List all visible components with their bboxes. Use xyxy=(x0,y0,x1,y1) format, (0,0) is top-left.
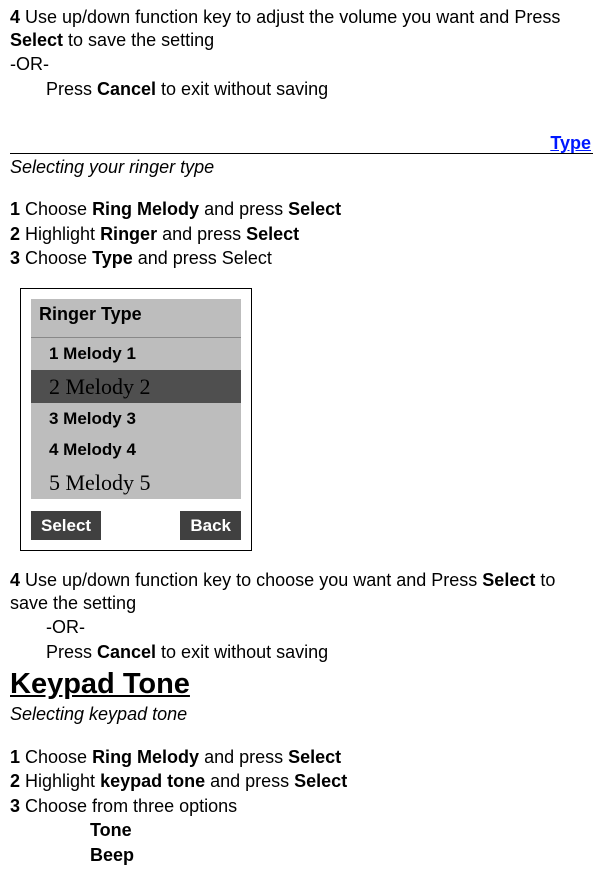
step-number: 3 xyxy=(10,796,20,816)
select-word: Select xyxy=(294,771,347,791)
type-step2: 2 Highlight Ringer and press Select xyxy=(10,223,593,246)
step-number: 2 xyxy=(10,224,20,244)
text: Use up/down function key to adjust the v… xyxy=(20,7,560,27)
keypad-step1: 1 Choose Ring Melody and press Select xyxy=(10,746,593,769)
step-number: 1 xyxy=(10,747,20,767)
section-divider-type: Type xyxy=(10,134,593,154)
cancel-word: Cancel xyxy=(97,79,156,99)
text: Highlight xyxy=(20,771,100,791)
text: and press xyxy=(205,771,294,791)
text: to exit without saving xyxy=(156,642,328,662)
text: and press xyxy=(199,199,288,219)
keypad-subtitle: Selecting keypad tone xyxy=(10,703,593,726)
text: and press xyxy=(157,224,246,244)
volume-step4: 4 Use up/down function key to adjust the… xyxy=(10,6,593,51)
text: Choose xyxy=(20,199,92,219)
text: Press xyxy=(46,79,97,99)
step-number: 4 xyxy=(10,7,20,27)
keypad-option-tone: Tone xyxy=(10,819,593,842)
softkey-select[interactable]: Select xyxy=(31,511,101,540)
text: Choose xyxy=(20,248,92,268)
select-word: Select xyxy=(10,30,63,50)
step-number: 2 xyxy=(10,771,20,791)
text: Choose from three options xyxy=(20,796,237,816)
section-title-type: Type xyxy=(550,134,591,153)
select-word: Select xyxy=(288,199,341,219)
ringer-word: Ringer xyxy=(100,224,157,244)
ring-melody-word: Ring Melody xyxy=(92,747,199,767)
keypad-option-beep: Beep xyxy=(10,844,593,867)
section-heading-keypad: Keypad Tone xyxy=(10,669,593,701)
ring-melody-word: Ring Melody xyxy=(92,199,199,219)
or-text: -OR- xyxy=(46,617,85,637)
type-word: Type xyxy=(92,248,133,268)
select-word: Select xyxy=(482,570,535,590)
cancel-line: Press Cancel to exit without saving xyxy=(10,641,593,664)
cancel-line: Press Cancel to exit without saving xyxy=(10,78,593,101)
type-step4: 4 Use up/down function key to choose you… xyxy=(10,569,593,614)
text: and press xyxy=(199,747,288,767)
text: to exit without saving xyxy=(156,79,328,99)
text: and press Select xyxy=(133,248,272,268)
select-word: Select xyxy=(246,224,299,244)
melody-option-selected[interactable]: 2 Melody 2 xyxy=(31,370,241,404)
cancel-word: Cancel xyxy=(97,642,156,662)
text: Choose xyxy=(20,747,92,767)
keypad-step2: 2 Highlight keypad tone and press Select xyxy=(10,770,593,793)
type-step3: 3 Choose Type and press Select xyxy=(10,247,593,270)
text: Use up/down function key to choose you w… xyxy=(20,570,482,590)
melody-option[interactable]: 4 Melody 4 xyxy=(31,434,241,465)
step-number: 4 xyxy=(10,570,20,590)
melody-option[interactable]: 5 Melody 5 xyxy=(31,466,241,500)
select-word: Select xyxy=(288,747,341,767)
phone-mock: Ringer Type 1 Melody 1 2 Melody 2 3 Melo… xyxy=(20,288,252,552)
text: to save the setting xyxy=(63,30,214,50)
or-line: -OR- xyxy=(10,53,593,76)
type-step1: 1 Choose Ring Melody and press Select xyxy=(10,198,593,221)
text: Press xyxy=(46,642,97,662)
or-text: -OR- xyxy=(10,54,49,74)
softkey-back[interactable]: Back xyxy=(180,511,241,540)
softkey-row: Select Back xyxy=(31,511,241,540)
text: Highlight xyxy=(20,224,100,244)
keypad-step3: 3 Choose from three options xyxy=(10,795,593,818)
keypad-tone-word: keypad tone xyxy=(100,771,205,791)
melody-option[interactable]: 3 Melody 3 xyxy=(31,403,241,434)
or-line: -OR- xyxy=(10,616,593,639)
screen-title: Ringer Type xyxy=(31,299,241,339)
phone-screen: Ringer Type 1 Melody 1 2 Melody 2 3 Melo… xyxy=(31,299,241,499)
type-subtitle: Selecting your ringer type xyxy=(10,156,593,179)
step-number: 3 xyxy=(10,248,20,268)
step-number: 1 xyxy=(10,199,20,219)
melody-option[interactable]: 1 Melody 1 xyxy=(31,338,241,369)
